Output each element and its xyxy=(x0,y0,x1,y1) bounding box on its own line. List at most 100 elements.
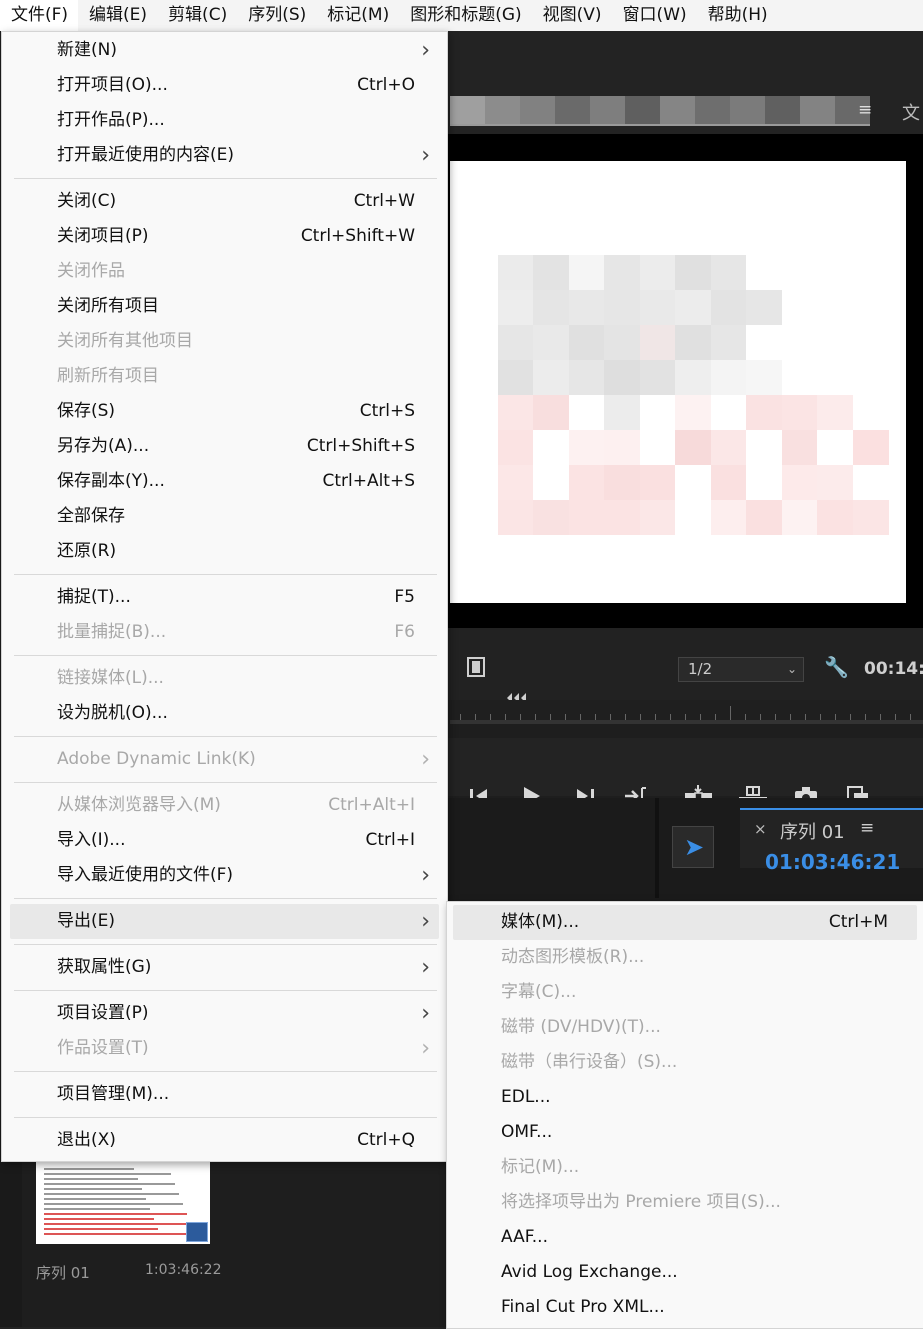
blurred-pixel xyxy=(781,325,818,360)
ruler-tick xyxy=(595,714,596,720)
wrench-icon[interactable]: 🔧 xyxy=(824,655,849,679)
menu-item[interactable]: Final Cut Pro XML... xyxy=(453,1290,917,1325)
menu-item[interactable]: 另存为(A)... Ctrl+Shift+S xyxy=(10,429,439,464)
sequence-tab-label: 序列 01 xyxy=(780,822,845,843)
menu-item[interactable]: 打开作品(P)... xyxy=(10,103,439,138)
partial-tab-label[interactable]: 文 xyxy=(902,99,920,125)
menu-item-label: 关闭项目(P) xyxy=(57,226,149,246)
menu-item: 磁带（串行设备）(S)... xyxy=(453,1045,917,1080)
menu-item-label: 保存(S) xyxy=(57,401,116,421)
menu-item: 将选择项导出为 Premiere 项目(S)... xyxy=(453,1185,917,1220)
menubar-item[interactable]: 编辑(E) xyxy=(78,0,157,31)
menu-separator xyxy=(14,782,437,783)
monitor-time-ruler[interactable] xyxy=(450,700,923,724)
ruler-tick xyxy=(655,714,656,720)
close-icon[interactable]: × xyxy=(754,820,767,838)
panel-menu-icon[interactable]: ≡ xyxy=(858,100,872,120)
blurred-pixel xyxy=(497,430,534,465)
chevron-right-icon: › xyxy=(421,38,430,63)
menu-item[interactable]: 导入(I)... Ctrl+I xyxy=(10,823,439,858)
monitor-timecode[interactable]: 00:14: xyxy=(864,659,923,679)
ruler-tick xyxy=(625,714,626,720)
ruler-tick xyxy=(760,714,761,720)
menubar-item[interactable]: 图形和标题(G) xyxy=(399,0,531,31)
menu-item[interactable]: AAF... xyxy=(453,1220,917,1255)
menu-item[interactable]: 媒体(M)... Ctrl+M xyxy=(453,905,917,940)
menu-item[interactable]: 导出(E) › xyxy=(10,904,439,939)
blurred-pixel xyxy=(675,325,711,360)
menu-item[interactable]: 获取属性(G) › xyxy=(10,950,439,985)
menu-item[interactable]: OMF... xyxy=(453,1115,917,1150)
menubar-item[interactable]: 序列(S) xyxy=(237,0,316,31)
program-monitor-tabs[interactable] xyxy=(450,96,870,126)
menu-item[interactable]: 设为脱机(O)... xyxy=(10,696,439,731)
menu-item[interactable]: 新建(N) › xyxy=(10,33,439,68)
menu-item[interactable]: Avid Log Exchange... xyxy=(453,1255,917,1290)
menu-item[interactable]: 项目设置(P) › xyxy=(10,996,439,1031)
blurred-pixel xyxy=(568,395,605,430)
blurred-pixel xyxy=(675,500,711,535)
menu-item[interactable]: 还原(R) xyxy=(10,534,439,569)
timeline-timecode[interactable]: 01:03:46:21 xyxy=(765,850,900,874)
menu-item[interactable]: 关闭(C) Ctrl+W xyxy=(10,184,439,219)
blurred-tab-region xyxy=(450,96,485,126)
menu-item[interactable]: 保存(S) Ctrl+S xyxy=(10,394,439,429)
blurred-tab-region xyxy=(800,96,835,126)
blurred-pixel xyxy=(817,430,853,465)
blurred-pixel xyxy=(817,360,853,395)
menu-item[interactable]: 捕捉(T)... F5 xyxy=(10,580,439,615)
blurred-pixel xyxy=(852,325,889,360)
blurred-pixel xyxy=(746,325,782,360)
menu-item-label: 导入最近使用的文件(F) xyxy=(57,865,234,885)
menu-item[interactable]: 导入最近使用的文件(F) › xyxy=(10,858,439,893)
film-icon[interactable] xyxy=(467,657,485,677)
menu-separator xyxy=(14,574,437,575)
blurred-tab-region xyxy=(485,96,520,126)
menubar-item[interactable]: 标记(M) xyxy=(316,0,399,31)
project-item-name[interactable]: 序列 01 xyxy=(36,1262,90,1283)
menu-item-label: 保存副本(Y)... xyxy=(57,471,165,491)
menu-item-label: 标记(M)... xyxy=(501,1157,580,1177)
menubar-item[interactable]: 文件(F) xyxy=(0,0,79,31)
ruler-tick xyxy=(670,714,671,720)
ruler-tick xyxy=(850,714,851,720)
blurred-pixel xyxy=(746,395,782,430)
menu-item[interactable]: EDL... xyxy=(453,1080,917,1115)
menu-item[interactable]: 打开最近使用的内容(E) › xyxy=(10,138,439,173)
sequence-thumbnail[interactable] xyxy=(36,1160,210,1244)
menu-item[interactable]: 关闭项目(P) Ctrl+Shift+W xyxy=(10,219,439,254)
selection-tool-button[interactable]: ➤ xyxy=(672,826,714,868)
blurred-tab-region xyxy=(660,96,695,126)
resolution-select[interactable]: 1/2 ⌄ xyxy=(678,657,804,682)
thumbnail-text-line xyxy=(44,1213,187,1215)
menu-item-label: 从媒体浏览器导入(M) xyxy=(57,795,221,815)
menubar-item[interactable]: 帮助(H) xyxy=(697,0,778,31)
blurred-pixel xyxy=(497,465,534,500)
menu-separator xyxy=(14,1071,437,1072)
panel-menu-icon[interactable]: ≡ xyxy=(860,818,874,838)
menu-item[interactable]: 打开项目(O)... Ctrl+O xyxy=(10,68,439,103)
menu-item[interactable]: 全部保存 xyxy=(10,499,439,534)
menu-item: 动态图形模板(R)... xyxy=(453,940,917,975)
menu-item[interactable]: 退出(X) Ctrl+Q xyxy=(10,1123,439,1158)
blurred-pixel xyxy=(604,290,640,325)
menu-item-label: 退出(X) xyxy=(57,1130,116,1150)
menubar-item[interactable]: 剪辑(C) xyxy=(157,0,237,31)
blurred-pixel xyxy=(568,500,605,535)
menu-item-label: OMF... xyxy=(501,1122,553,1142)
blurred-tab-region xyxy=(765,96,800,126)
ruler-tick xyxy=(880,714,881,720)
menubar-item[interactable]: 窗口(W) xyxy=(612,0,697,31)
menu-item[interactable]: 保存副本(Y)... Ctrl+Alt+S xyxy=(10,464,439,499)
menu-item-shortcut: Ctrl+Q xyxy=(357,1130,415,1150)
ruler-scroll-bar[interactable] xyxy=(450,720,923,724)
menu-item[interactable]: 项目管理(M)... xyxy=(10,1077,439,1112)
blurred-pixel xyxy=(639,325,676,360)
blurred-pixel xyxy=(462,255,498,290)
blurred-pixel xyxy=(852,255,889,290)
menu-separator xyxy=(14,990,437,991)
menu-item-label: 将选择项导出为 Premiere 项目(S)... xyxy=(501,1192,781,1212)
menubar-item[interactable]: 视图(V) xyxy=(532,0,612,31)
menu-separator xyxy=(14,1117,437,1118)
menu-item[interactable]: 关闭所有项目 xyxy=(10,289,439,324)
